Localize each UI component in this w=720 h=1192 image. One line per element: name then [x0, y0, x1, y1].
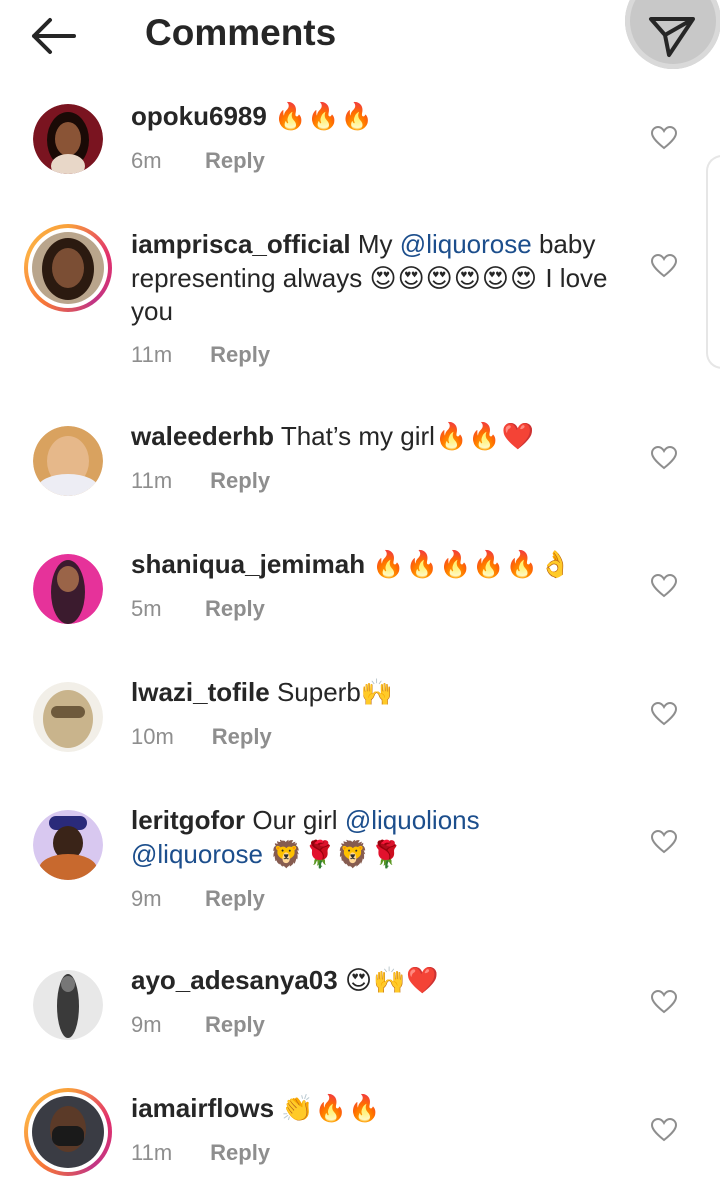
heart-icon[interactable] — [651, 574, 677, 598]
comment-emojis: 🦁🌹🦁🌹 — [270, 838, 404, 869]
reply-button[interactable]: Reply — [205, 886, 265, 911]
comment-username[interactable]: waleederhb — [131, 421, 274, 451]
comment-emojis: 🙌 — [360, 677, 395, 707]
comment-meta: 10m Reply — [131, 724, 272, 750]
reply-button[interactable]: Reply — [210, 1140, 270, 1165]
send-icon — [649, 17, 695, 57]
comment-time: 6m — [131, 148, 162, 173]
comment-text: opoku6989 🔥🔥🔥 — [131, 100, 621, 134]
app-header: Comments — [0, 0, 720, 80]
comment-body: Superb — [276, 677, 361, 707]
comment-text: lwazi_tofile Superb🙌 — [131, 676, 621, 710]
comment-text: waleederhb That’s my girl🔥🔥❤️ — [131, 420, 621, 454]
heart-icon[interactable] — [651, 830, 677, 854]
side-panel-handle[interactable] — [706, 155, 720, 369]
mention-link[interactable]: @liquorose — [400, 229, 532, 259]
heart-icon[interactable] — [651, 1118, 677, 1142]
comment-username[interactable]: ayo_adesanya03 — [131, 965, 338, 995]
avatar[interactable] — [33, 104, 103, 174]
comment-meta: 6m Reply — [131, 148, 265, 174]
page-title: Comments — [145, 12, 337, 53]
arrow-left-icon — [32, 18, 76, 54]
comment-time: 11m — [131, 342, 173, 367]
avatar-story-ring[interactable] — [24, 224, 112, 312]
comment-emojis: 😍😍😍😍😍😍 — [369, 262, 539, 293]
comment-time: 11m — [131, 468, 173, 493]
comment-emojis: 🔥🔥🔥🔥🔥👌 — [372, 549, 573, 579]
comment-text: shaniqua_jemimah 🔥🔥🔥🔥🔥👌 — [131, 548, 621, 582]
comment-body: Our girl — [252, 805, 338, 835]
comment-emojis: 🔥🔥🔥 — [274, 101, 375, 131]
comment-username[interactable]: opoku6989 — [131, 101, 267, 131]
avatar[interactable] — [33, 682, 103, 752]
comment-username[interactable]: iamairflows — [131, 1093, 274, 1123]
comment-username[interactable]: leritgofor — [131, 805, 245, 835]
comment-time: 9m — [131, 1012, 162, 1037]
back-button[interactable] — [26, 14, 86, 58]
reply-button[interactable]: Reply — [205, 148, 265, 173]
comment-meta: 11m Reply — [131, 468, 270, 494]
comment-text: iamprisca_official My @liquorose baby re… — [131, 228, 621, 329]
avatar[interactable] — [33, 554, 103, 624]
comment-username[interactable]: iamprisca_official — [131, 229, 351, 259]
comment-body: My — [357, 229, 393, 259]
comment-text: leritgofor Our girl @liquolions @liquoro… — [131, 804, 621, 871]
comment-username[interactable]: shaniqua_jemimah — [131, 549, 365, 579]
avatar[interactable] — [33, 426, 103, 496]
heart-icon[interactable] — [651, 990, 677, 1014]
comment-text: ayo_adesanya03 😍🙌❤️ — [131, 964, 621, 998]
comment-meta: 9m Reply — [131, 1012, 265, 1038]
comment-meta: 11m Reply — [131, 1140, 270, 1166]
comment-emojis: 😍🙌❤️ — [344, 965, 440, 995]
comment-time: 9m — [131, 886, 162, 911]
heart-icon[interactable] — [651, 702, 677, 726]
reply-button[interactable]: Reply — [210, 468, 270, 493]
share-button[interactable] — [625, 0, 720, 69]
comment-time: 5m — [131, 596, 162, 621]
heart-icon[interactable] — [651, 254, 677, 278]
comment-meta: 11m Reply — [131, 342, 270, 368]
mention-link[interactable]: @liquorose — [131, 839, 263, 869]
comment-time: 10m — [131, 724, 174, 749]
comment-meta: 9m Reply — [131, 886, 265, 912]
reply-button[interactable]: Reply — [205, 1012, 265, 1037]
comment-emojis: 🔥🔥❤️ — [434, 421, 536, 451]
reply-button[interactable]: Reply — [212, 724, 272, 749]
avatar[interactable] — [33, 970, 103, 1040]
heart-icon[interactable] — [651, 126, 677, 150]
comment-emojis: 👏🔥🔥 — [281, 1093, 382, 1123]
mention-link[interactable]: @liquolions — [345, 805, 480, 835]
comment-meta: 5m Reply — [131, 596, 265, 622]
avatar[interactable] — [33, 810, 103, 880]
reply-button[interactable]: Reply — [210, 342, 270, 367]
heart-icon[interactable] — [651, 446, 677, 470]
avatar-story-ring[interactable] — [24, 1088, 112, 1176]
comment-username[interactable]: lwazi_tofile — [131, 677, 270, 707]
comment-text: iamairflows 👏🔥🔥 — [131, 1092, 621, 1126]
reply-button[interactable]: Reply — [205, 596, 265, 621]
comment-time: 11m — [131, 1140, 173, 1165]
comment-body: That’s my girl — [280, 421, 435, 451]
